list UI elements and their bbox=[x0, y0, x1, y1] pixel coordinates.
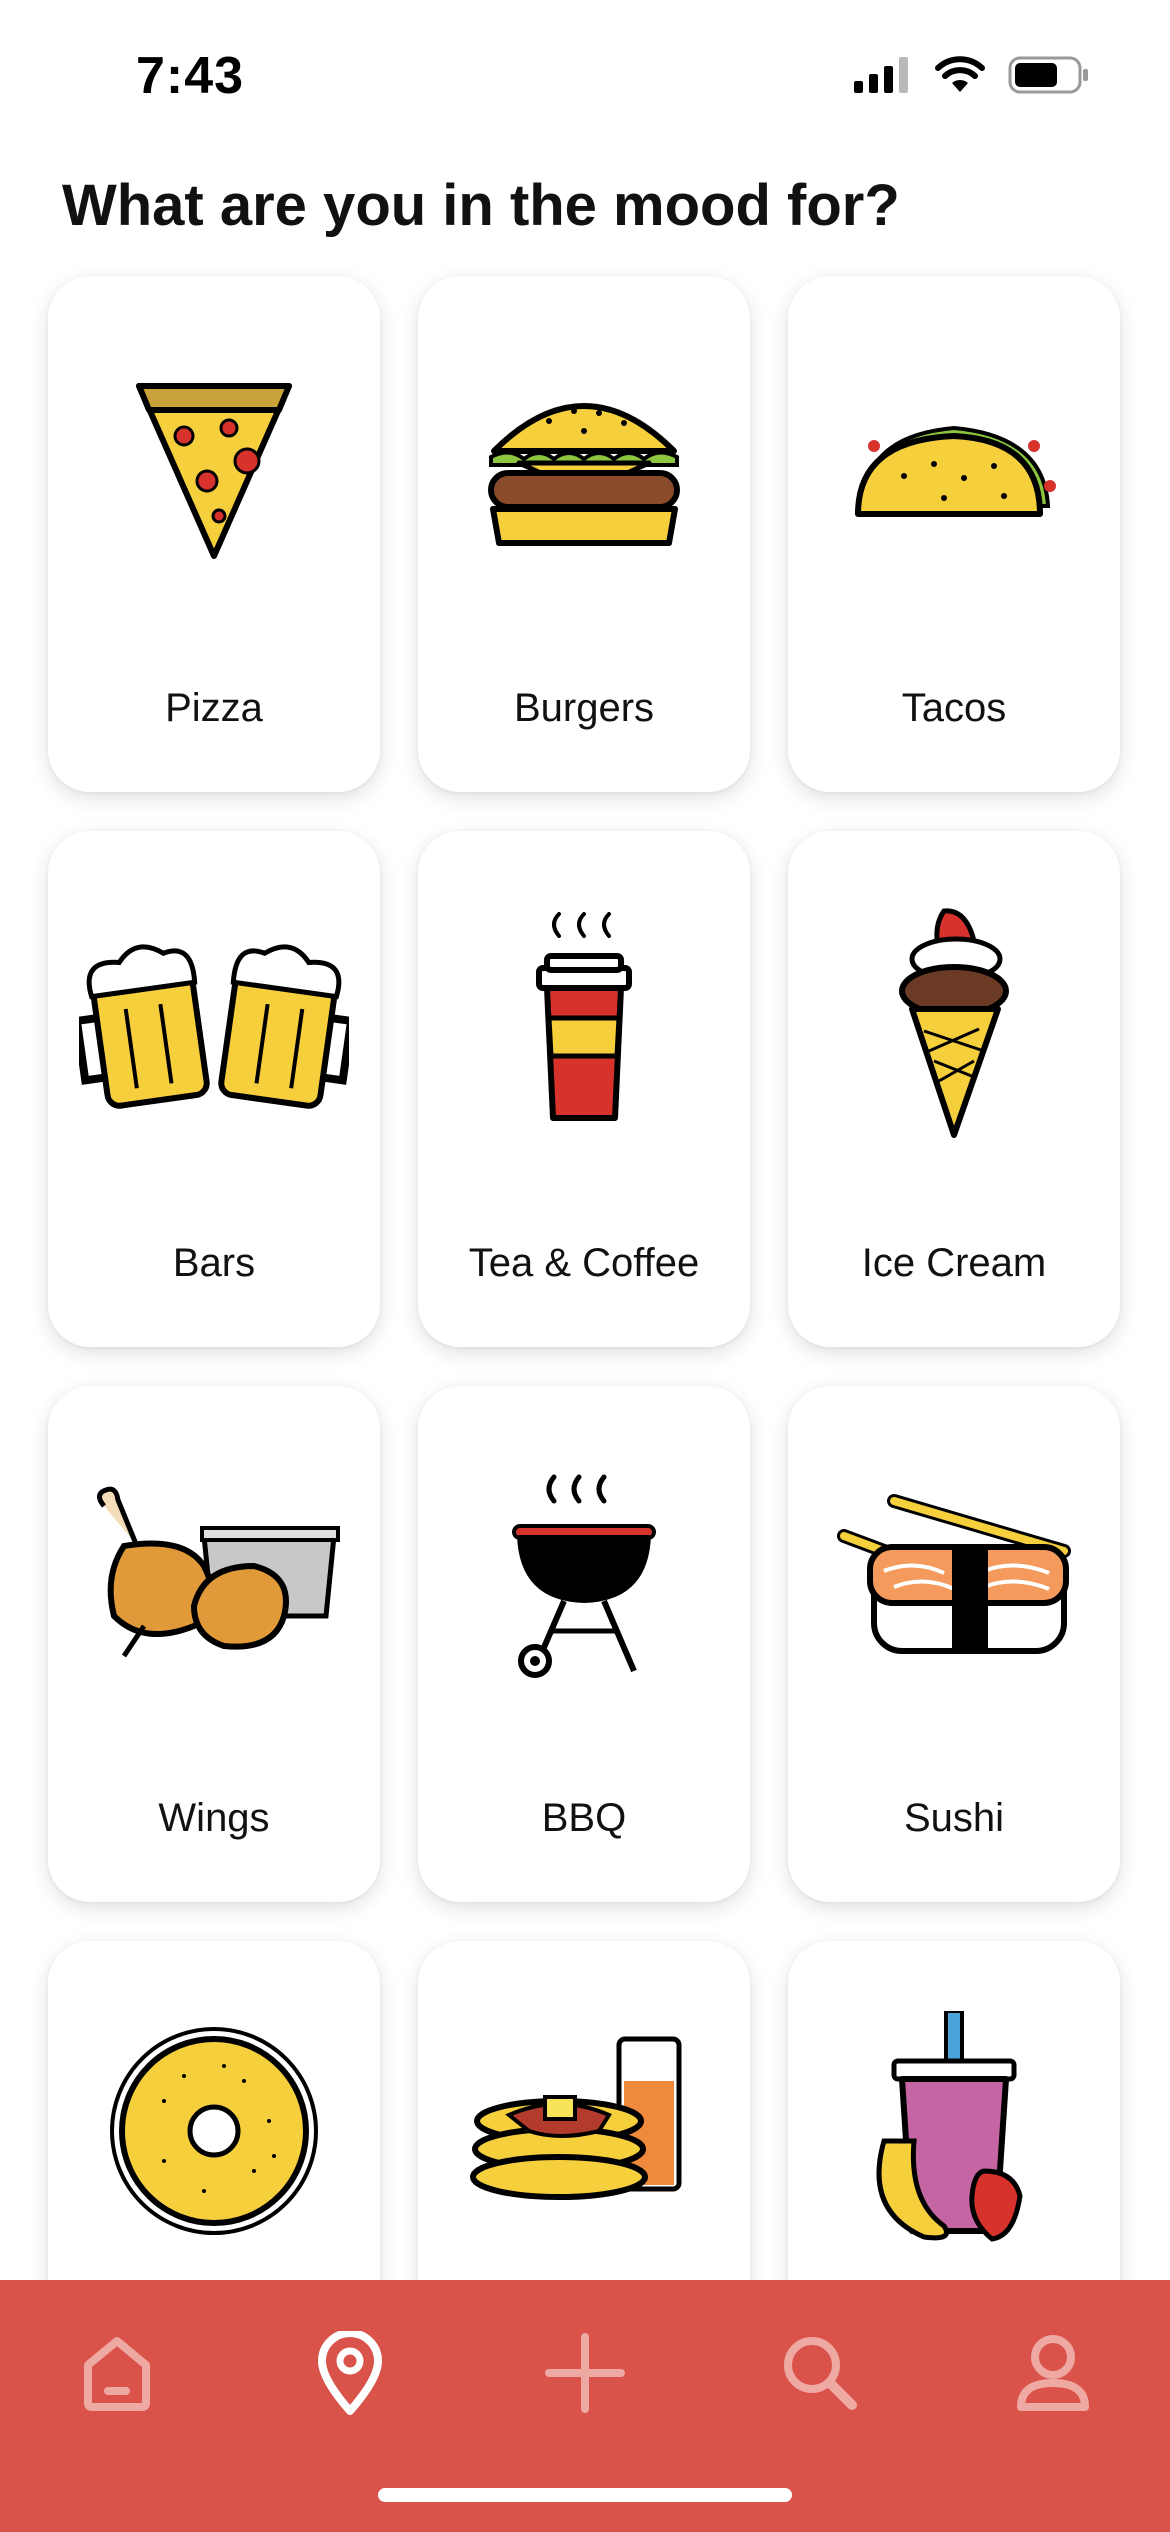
status-time: 7:43 bbox=[136, 47, 245, 105]
grill-icon bbox=[418, 1474, 750, 1678]
category-label: Tea & Coffee bbox=[468, 1241, 700, 1285]
search-icon bbox=[782, 2335, 858, 2416]
category-card-wings[interactable]: Wings bbox=[48, 1386, 380, 1902]
wifi-icon bbox=[934, 56, 986, 99]
pizza-icon bbox=[48, 366, 380, 566]
tab-profile[interactable] bbox=[998, 2320, 1108, 2430]
sushi-icon bbox=[788, 1476, 1120, 1676]
category-card-pizza[interactable]: Pizza bbox=[48, 276, 380, 792]
chicken-wings-icon bbox=[48, 1476, 380, 1676]
category-label: Bars bbox=[172, 1241, 256, 1285]
category-card-bars[interactable]: Bars bbox=[48, 831, 380, 1347]
category-card-ice-cream[interactable]: Ice Cream bbox=[788, 831, 1120, 1347]
tab-add[interactable] bbox=[530, 2320, 640, 2430]
category-card-sushi[interactable]: Sushi bbox=[788, 1386, 1120, 1902]
category-card-tacos[interactable]: Tacos bbox=[788, 276, 1120, 792]
category-label: Burgers bbox=[513, 686, 655, 730]
screen: 7:43 What are you in the mood for? Pizza… bbox=[0, 0, 1170, 2532]
category-card-bbq[interactable]: BBQ bbox=[418, 1386, 750, 1902]
category-label: Tacos bbox=[901, 686, 1007, 730]
home-indicator bbox=[378, 2488, 792, 2502]
tab-home[interactable] bbox=[62, 2320, 172, 2430]
home-icon bbox=[82, 2335, 152, 2416]
ice-cream-cone-icon bbox=[788, 908, 1120, 1138]
status-bar: 7:43 bbox=[0, 0, 1170, 140]
signal-icon bbox=[854, 57, 912, 98]
tab-nearby[interactable] bbox=[295, 2320, 405, 2430]
bagel-icon bbox=[48, 2027, 380, 2235]
burger-icon bbox=[418, 366, 750, 566]
category-card-tea-coffee[interactable]: Tea & Coffee bbox=[418, 831, 750, 1347]
page-title: What are you in the mood for? bbox=[62, 173, 900, 238]
category-label: BBQ bbox=[541, 1796, 627, 1840]
plus-icon bbox=[545, 2332, 625, 2418]
taco-icon bbox=[788, 366, 1120, 566]
battery-icon bbox=[1008, 56, 1090, 99]
status-icons bbox=[854, 56, 1090, 99]
smoothie-icon bbox=[788, 2011, 1120, 2242]
category-card-burgers[interactable]: Burgers bbox=[418, 276, 750, 792]
category-label: Wings bbox=[158, 1796, 270, 1840]
location-pin-icon bbox=[318, 2328, 382, 2420]
coffee-cup-icon bbox=[418, 912, 750, 1121]
category-label: Ice Cream bbox=[861, 1241, 1047, 1285]
profile-icon bbox=[1015, 2333, 1091, 2418]
beer-mugs-icon bbox=[48, 921, 380, 1121]
category-label: Sushi bbox=[903, 1796, 1005, 1840]
pancakes-icon bbox=[418, 2031, 750, 2231]
tab-search[interactable] bbox=[765, 2320, 875, 2430]
category-label: Pizza bbox=[165, 686, 263, 730]
